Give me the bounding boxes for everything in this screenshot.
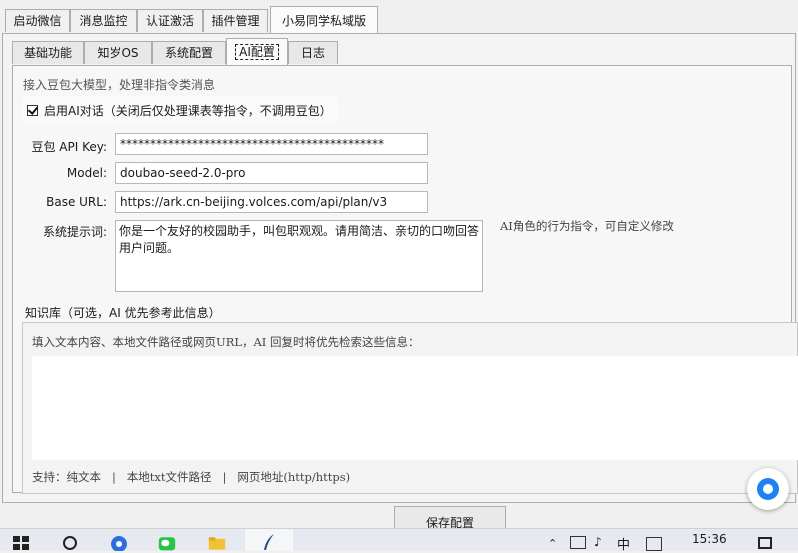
api-key-label: 豆包 API Key: (31, 140, 107, 154)
knowledge-base-support: 支持：纯文本 | 本地txt文件路径 | 网页地址(http/https) (32, 470, 351, 484)
wechat-icon[interactable] (158, 535, 176, 551)
tab-plugin-manage[interactable]: 插件管理 (203, 9, 268, 32)
tray-chevron-icon[interactable]: ⌃ (548, 537, 557, 550)
folder-icon[interactable] (208, 535, 226, 551)
keyboard-icon[interactable] (646, 537, 662, 551)
ime-indicator[interactable]: 中 (617, 534, 630, 553)
tab-start-wechat[interactable]: 启动微信 (5, 9, 70, 32)
tab-auth-activate[interactable]: 认证激活 (137, 9, 203, 32)
floating-assistant-button[interactable] (747, 468, 789, 510)
network-icon[interactable] (570, 536, 586, 549)
tab-system-config[interactable]: 系统配置 (152, 41, 226, 64)
taskbar: ⌃ ♪ 中 15:36 (0, 528, 798, 553)
tab-message-monitor[interactable]: 消息监控 (70, 9, 137, 32)
windows-start-icon[interactable] (12, 535, 30, 551)
knowledge-base-title: 知识库（可选，AI 优先参考此信息） (25, 306, 221, 320)
outer-tab-bar: 启动微信 消息监控 认证激活 插件管理 小易同学私域版 (0, 4, 798, 34)
volume-icon[interactable]: ♪ (594, 535, 602, 549)
enable-ai-label: 启用AI对话（关闭后仅处理课表等指令，不调用豆包） (44, 103, 332, 118)
search-icon[interactable] (62, 535, 80, 551)
system-prompt-label: 系统提示词: (42, 225, 107, 239)
model-field[interactable]: doubao-seed-2.0-pro (115, 162, 428, 184)
tab-basic-functions[interactable]: 基础功能 (12, 41, 84, 64)
api-key-field[interactable]: ****************************************… (115, 133, 428, 155)
tab-ai-config[interactable]: AI配置 (226, 38, 288, 66)
feather-app-icon (264, 534, 274, 550)
enable-ai-checkbox[interactable] (27, 104, 38, 116)
active-app-slot[interactable] (245, 529, 293, 551)
system-prompt-hint: AI角色的行为指令，可自定义修改 (500, 219, 674, 233)
ai-description: 接入豆包大模型，处理非指令类消息 (23, 78, 216, 92)
base-url-label: Base URL: (46, 195, 107, 209)
enable-ai-checkbox-row[interactable]: 启用AI对话（关闭后仅处理课表等指令，不调用豆包） (22, 97, 338, 123)
tab-zhisui-os[interactable]: 知岁OS (84, 41, 152, 64)
browser-icon[interactable] (110, 535, 128, 551)
notification-icon[interactable] (758, 537, 772, 549)
tab-private-domain[interactable]: 小易同学私域版 (270, 6, 378, 34)
tab-log[interactable]: 日志 (288, 41, 338, 64)
tab-ai-config-label: AI配置 (235, 44, 279, 60)
clock-time[interactable]: 15:36 (692, 532, 727, 546)
base-url-field[interactable]: https://ark.cn-beijing.volces.com/api/pl… (115, 191, 428, 213)
knowledge-base-hint: 填入文本内容、本地文件路径或网页URL，AI 回复时将优先检索这些信息： (32, 335, 420, 349)
knowledge-base-textarea[interactable] (32, 356, 798, 460)
model-label: Model: (66, 166, 107, 180)
system-prompt-textarea[interactable]: 你是一个友好的校园助手，叫包职观观。请用简洁、亲切的口吻回答用户问题。 (115, 220, 483, 292)
assistant-icon (757, 478, 779, 500)
